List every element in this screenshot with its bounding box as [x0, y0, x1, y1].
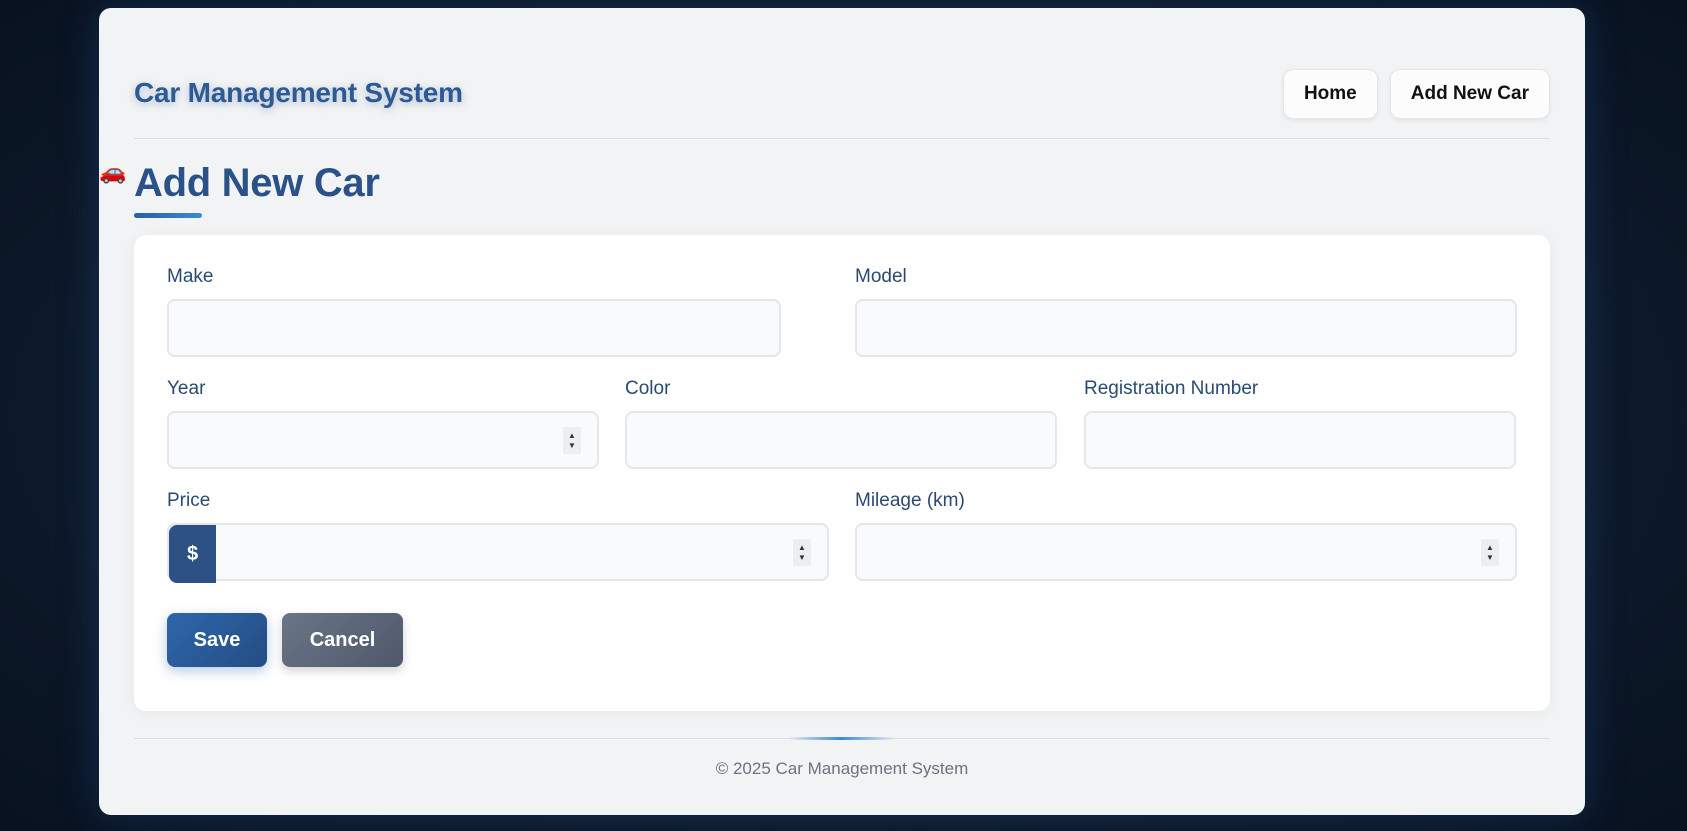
- color-label: Color: [625, 378, 671, 399]
- header: Car Management System Home Add New Car: [134, 58, 1550, 139]
- stepper-down-icon[interactable]: ▼: [1486, 553, 1494, 563]
- page-title: Add New Car: [134, 161, 380, 205]
- title-underline: [134, 213, 202, 218]
- mileage-input[interactable]: ▲ ▼: [855, 523, 1517, 581]
- stepper-up-icon[interactable]: ▲: [798, 543, 806, 553]
- year-input[interactable]: ▲ ▼: [167, 411, 599, 469]
- model-label: Model: [855, 266, 907, 287]
- dollar-prefix: $: [169, 525, 216, 583]
- car-icon: 🚗: [99, 159, 127, 184]
- stepper-down-icon[interactable]: ▼: [798, 553, 806, 563]
- price-field: Price $ ▲ ▼: [167, 489, 829, 583]
- app-card: Car Management System Home Add New Car 🚗…: [99, 8, 1585, 815]
- make-field: Make: [167, 265, 781, 357]
- model-field: Model: [855, 265, 1517, 357]
- registration-input[interactable]: [1084, 411, 1516, 469]
- year-field: Year ▲ ▼: [167, 377, 599, 469]
- stepper-up-icon[interactable]: ▲: [1486, 543, 1494, 553]
- mileage-field: Mileage (km) ▲ ▼: [855, 489, 1517, 581]
- model-input[interactable]: [855, 299, 1517, 357]
- footer-copyright: © 2025 Car Management System: [715, 759, 969, 778]
- save-button[interactable]: Save: [167, 613, 267, 667]
- stepper-up-icon[interactable]: ▲: [568, 431, 576, 441]
- nav-add-car-button[interactable]: Add New Car: [1389, 69, 1550, 119]
- registration-field: Registration Number: [1084, 377, 1516, 469]
- mileage-label: Mileage (km): [855, 490, 965, 511]
- year-stepper[interactable]: ▲ ▼: [563, 427, 581, 454]
- make-label: Make: [167, 266, 214, 287]
- car-form: Make Model Year ▲ ▼ Color Registration N…: [134, 235, 1550, 711]
- make-input[interactable]: [167, 299, 781, 357]
- brand-title: Car Management System: [134, 77, 463, 108]
- year-label: Year: [167, 378, 206, 399]
- nav: Home Add New Car: [1282, 69, 1550, 119]
- stepper-down-icon[interactable]: ▼: [568, 441, 576, 451]
- registration-label: Registration Number: [1084, 378, 1259, 399]
- color-input[interactable]: [625, 411, 1057, 469]
- price-input[interactable]: $ ▲ ▼: [167, 523, 829, 583]
- price-label: Price: [167, 490, 211, 511]
- mileage-stepper[interactable]: ▲ ▼: [1481, 539, 1499, 566]
- price-stepper[interactable]: ▲ ▼: [793, 539, 811, 566]
- nav-home-button[interactable]: Home: [1282, 69, 1378, 119]
- color-field: Color: [625, 377, 1057, 469]
- footer-accent: [789, 737, 894, 740]
- cancel-button[interactable]: Cancel: [282, 613, 403, 667]
